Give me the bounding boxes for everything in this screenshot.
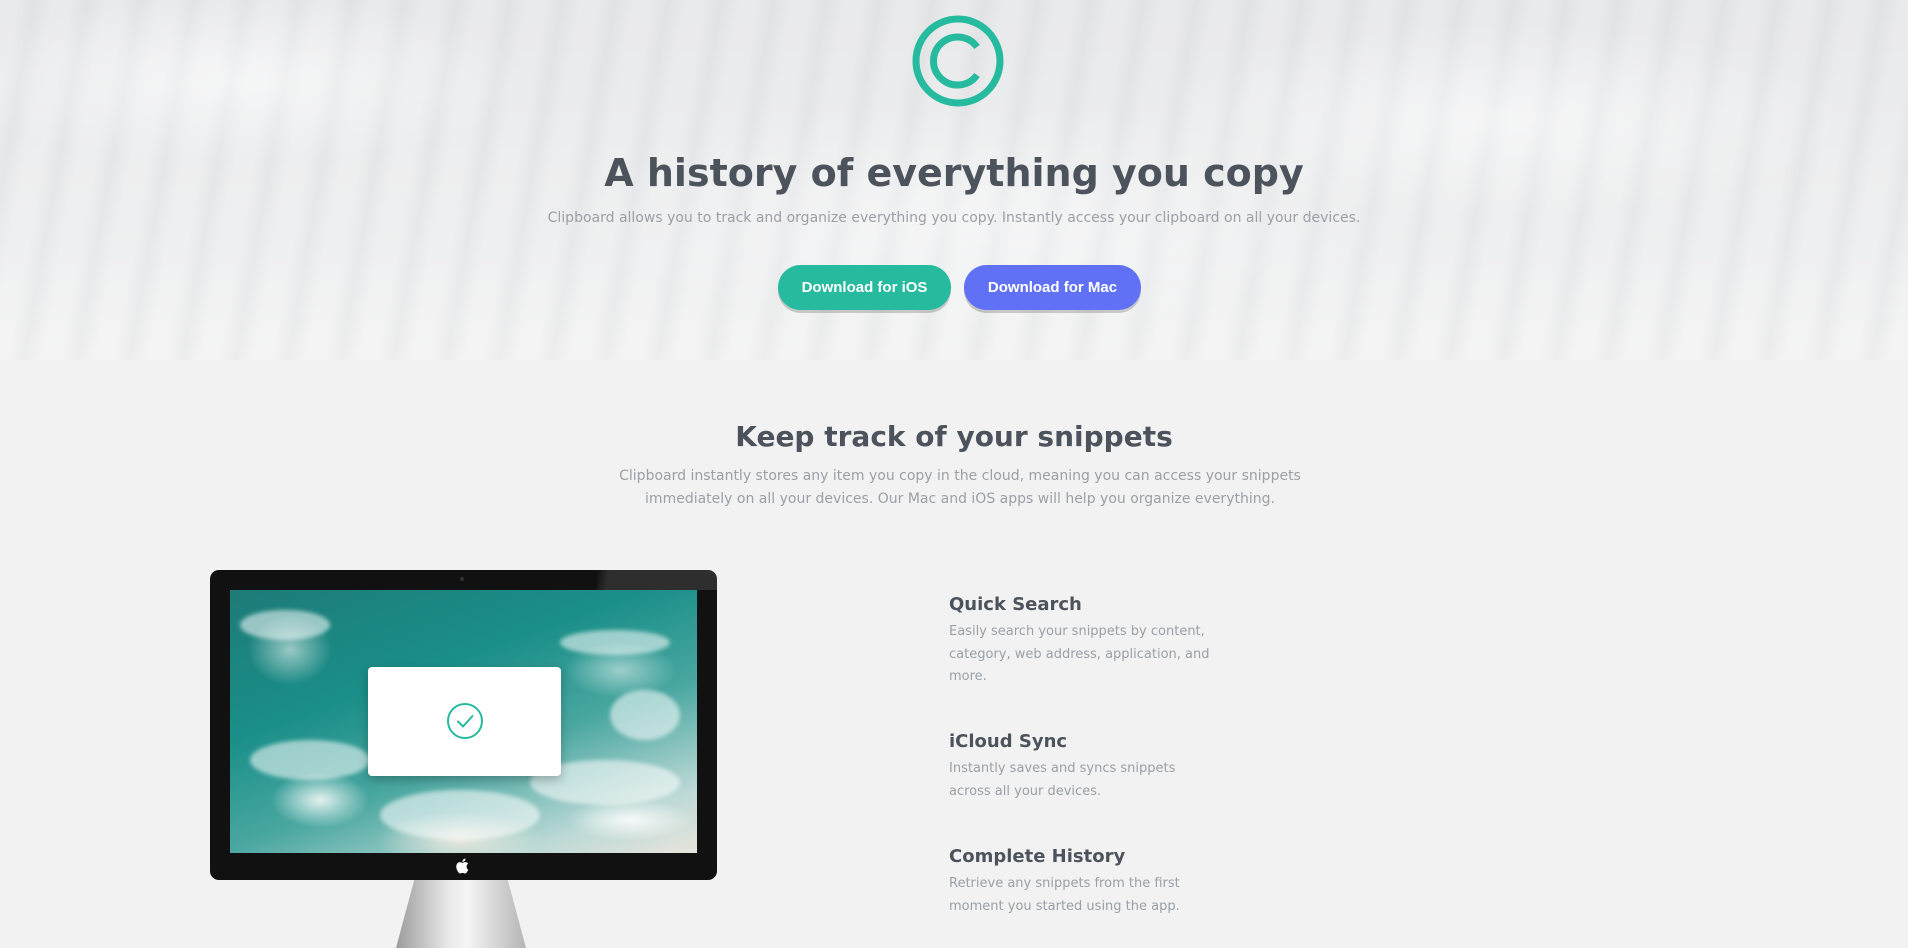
feature-quick-search: Quick Search Easily search your snippets… bbox=[949, 592, 1239, 689]
apple-icon bbox=[456, 858, 469, 874]
download-ios-button[interactable]: Download for iOS bbox=[778, 265, 951, 310]
feature-title: Complete History bbox=[949, 846, 1126, 867]
wave-foam bbox=[240, 610, 330, 640]
feature-icloud-sync: iCloud Sync Instantly saves and syncs sn… bbox=[949, 729, 1239, 803]
feature-description: Instantly saves and syncs snippets acros… bbox=[949, 761, 1176, 799]
monitor-illustration bbox=[210, 570, 717, 880]
wave-foam bbox=[380, 790, 540, 840]
hero-subtitle: Clipboard allows you to track and organi… bbox=[547, 210, 1361, 226]
copyright-c-icon bbox=[912, 15, 1004, 107]
wave-foam bbox=[560, 630, 670, 655]
download-mac-button[interactable]: Download for Mac bbox=[964, 265, 1141, 310]
feature-title: iCloud Sync bbox=[949, 731, 1068, 752]
monitor-gloss bbox=[597, 570, 717, 590]
hero-title: A history of everything you copy bbox=[604, 151, 1304, 195]
copied-dialog bbox=[368, 667, 561, 776]
feature-description: Retrieve any snippets from the first mom… bbox=[949, 876, 1180, 914]
snippets-description: Clipboard instantly stores any item you … bbox=[619, 468, 1301, 507]
monitor-screen bbox=[230, 590, 697, 853]
monitor-stand bbox=[396, 880, 526, 948]
hero-section: A history of everything you copy Clipboa… bbox=[0, 0, 1908, 360]
feature-complete-history: Complete History Retrieve any snippets f… bbox=[949, 844, 1239, 918]
snippets-title: Keep track of your snippets bbox=[735, 420, 1173, 453]
wave-foam bbox=[610, 690, 680, 740]
camera-dot bbox=[460, 577, 464, 581]
check-circle-icon bbox=[447, 703, 483, 739]
feature-title: Quick Search bbox=[949, 594, 1082, 615]
feature-description: Easily search your snippets by content, … bbox=[949, 624, 1210, 684]
wave-foam bbox=[250, 740, 370, 780]
